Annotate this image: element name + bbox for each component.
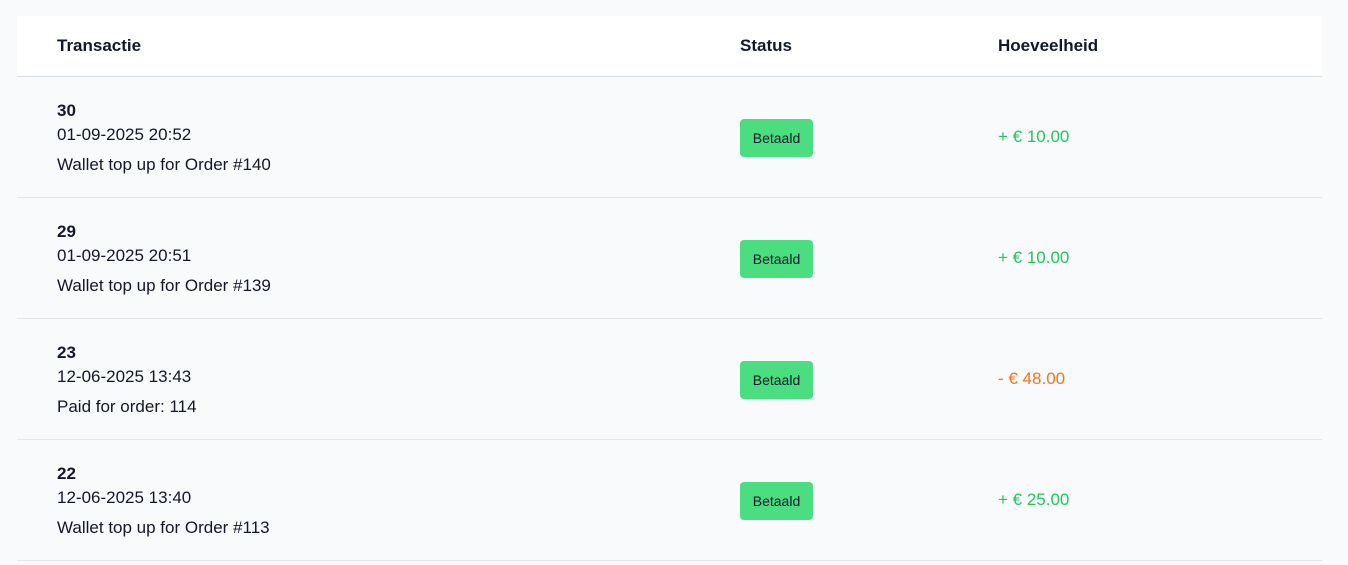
transaction-description: Wallet top up for Order #113 (57, 518, 270, 537)
column-header-transaction: Transactie (57, 36, 142, 55)
transaction-date: 12-06-2025 13:40 (57, 488, 192, 507)
transaction-id: 22 (57, 464, 76, 483)
transaction-id: 23 (57, 343, 76, 362)
status-badge: Betaald (740, 240, 813, 278)
transaction-amount: - € 48.00 (998, 369, 1066, 388)
column-header-amount: Hoeveelheid (998, 36, 1099, 55)
transaction-description: Wallet top up for Order #140 (57, 155, 271, 174)
column-header-status: Status (740, 36, 792, 55)
table-row: 29 01-09-2025 20:51 Wallet top up for Or… (17, 198, 1322, 319)
transaction-amount: + € 10.00 (998, 248, 1070, 267)
transaction-amount: + € 25.00 (998, 490, 1070, 509)
status-badge: Betaald (740, 119, 813, 157)
status-badge: Betaald (740, 482, 813, 520)
transaction-date: 12-06-2025 13:43 (57, 367, 192, 386)
transaction-description: Wallet top up for Order #139 (57, 276, 271, 295)
transaction-amount: + € 10.00 (998, 127, 1070, 146)
transaction-id: 30 (57, 101, 76, 120)
table-row: 30 01-09-2025 20:52 Wallet top up for Or… (17, 77, 1322, 198)
transactions-table: Transactie Status Hoeveelheid 30 01-09-2… (17, 16, 1322, 561)
status-badge: Betaald (740, 361, 813, 399)
transaction-date: 01-09-2025 20:52 (57, 125, 192, 144)
table-header: Transactie Status Hoeveelheid (17, 16, 1322, 77)
transaction-date: 01-09-2025 20:51 (57, 246, 192, 265)
table-row: 22 12-06-2025 13:40 Wallet top up for Or… (17, 440, 1322, 561)
table-row: 23 12-06-2025 13:43 Paid for order: 114 … (17, 319, 1322, 440)
transaction-description: Paid for order: 114 (57, 397, 197, 416)
transaction-id: 29 (57, 222, 76, 241)
